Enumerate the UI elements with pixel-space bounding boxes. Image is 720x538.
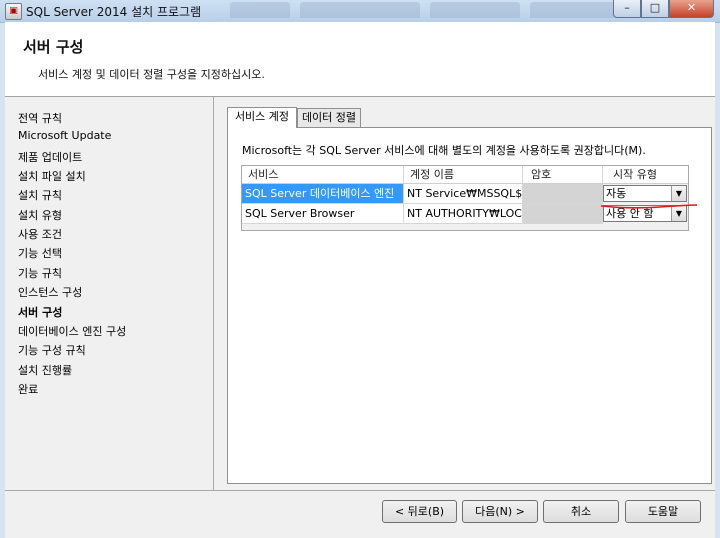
title-bar: ▣ SQL Server 2014 설치 프로그램 – □ ✕ [0, 0, 720, 23]
table-row[interactable]: SQL Server 데이터베이스 엔진 NT Service₩MSSQL$..… [242, 184, 688, 204]
nav-item-complete[interactable]: 완료 [18, 381, 38, 397]
page-header: 서버 구성 서비스 계정 및 데이터 정렬 구성을 지정하십시오. [5, 22, 715, 97]
column-header-service[interactable]: 서비스 [242, 166, 404, 183]
wizard-step-list: 전역 규칙 Microsoft Update 제품 업데이트 설치 파일 설치 … [5, 97, 214, 490]
next-button[interactable]: 다음(N) > [462, 500, 538, 523]
nav-item-global-rules[interactable]: 전역 규칙 [18, 110, 62, 126]
dropdown-arrow-icon[interactable]: ▼ [671, 186, 686, 201]
service-accounts-panel: Microsoft는 각 SQL Server 서비스에 대해 별도의 계정을 … [227, 127, 712, 484]
startup-type-dropdown[interactable]: 자동 ▼ [603, 185, 687, 202]
nav-item-feature-rules[interactable]: 기능 규칙 [18, 265, 62, 281]
back-button[interactable]: < 뒤로(B) [382, 500, 457, 523]
nav-item-installation-progress[interactable]: 설치 진행률 [18, 362, 72, 378]
nav-item-feature-selection[interactable]: 기능 선택 [18, 245, 62, 261]
nav-item-database-engine-configuration[interactable]: 데이터베이스 엔진 구성 [18, 323, 126, 339]
page-subtitle: 서비스 계정 및 데이터 정렬 구성을 지정하십시오. [38, 68, 265, 81]
nav-item-installation-type[interactable]: 설치 유형 [18, 207, 62, 223]
cancel-button[interactable]: 취소 [543, 500, 619, 523]
nav-item-install-setup-files[interactable]: 설치 파일 설치 [18, 168, 86, 184]
nav-item-product-updates[interactable]: 제품 업데이트 [18, 149, 82, 165]
help-button[interactable]: 도움말 [625, 500, 701, 523]
red-underline-annotation [600, 204, 698, 209]
window-controls: – □ ✕ [613, 0, 714, 18]
nav-item-install-rules[interactable]: 설치 규칙 [18, 187, 62, 203]
account-name-cell[interactable]: NT AUTHORITY₩LOC... [404, 204, 523, 224]
recommendation-text: Microsoft는 각 SQL Server 서비스에 대해 별도의 계정을 … [242, 144, 646, 157]
column-header-password[interactable]: 암호 [523, 166, 603, 183]
nav-item-server-configuration[interactable]: 서버 구성 [18, 304, 62, 320]
maximize-button[interactable]: □ [641, 0, 669, 18]
tab-service-accounts[interactable]: 서비스 계정 [227, 107, 297, 128]
startup-type-value: 자동 [606, 187, 627, 200]
page-title: 서버 구성 [23, 38, 84, 56]
minimize-button[interactable]: – [613, 0, 641, 18]
services-grid: 서비스 계정 이름 암호 시작 유형 SQL Server 데이터베이스 엔진 … [241, 165, 689, 231]
service-name-cell[interactable]: SQL Server Browser [242, 204, 404, 224]
grid-header: 서비스 계정 이름 암호 시작 유형 [242, 166, 688, 184]
nav-item-license-terms[interactable]: 사용 조건 [18, 226, 62, 242]
window-title: SQL Server 2014 설치 프로그램 [26, 5, 202, 19]
background-taskbar-tabs [230, 0, 625, 20]
main-content: 전역 규칙 Microsoft Update 제품 업데이트 설치 파일 설치 … [5, 97, 715, 490]
service-name-cell[interactable]: SQL Server 데이터베이스 엔진 [242, 184, 404, 204]
password-cell[interactable] [523, 204, 603, 224]
sql-server-app-icon: ▣ [5, 3, 22, 20]
nav-item-microsoft-update[interactable]: Microsoft Update [18, 129, 111, 142]
column-header-account-name[interactable]: 계정 이름 [404, 166, 523, 183]
nav-item-feature-configuration-rules[interactable]: 기능 구성 규칙 [18, 342, 86, 358]
close-button[interactable]: ✕ [669, 0, 714, 18]
nav-item-instance-configuration[interactable]: 인스턴스 구성 [18, 284, 82, 300]
wizard-footer: < 뒤로(B) 다음(N) > 취소 도움말 [5, 490, 715, 538]
password-cell[interactable] [523, 184, 603, 204]
tab-collation[interactable]: 데이터 정렬 [297, 108, 361, 127]
account-name-cell[interactable]: NT Service₩MSSQL$... [404, 184, 523, 204]
column-header-startup-type[interactable]: 시작 유형 [603, 166, 688, 183]
